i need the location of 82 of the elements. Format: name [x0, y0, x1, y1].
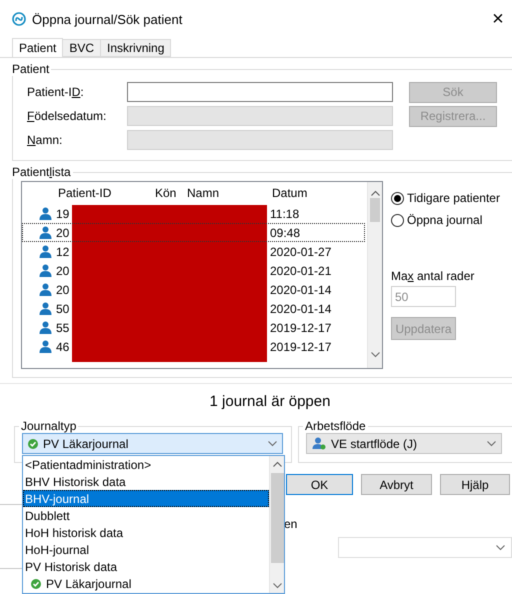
table-cell: 2020-01-27	[270, 244, 332, 258]
check-icon	[28, 438, 38, 448]
chevron-down-icon	[487, 440, 496, 446]
chevron-down-icon	[496, 544, 505, 550]
scroll-up-icon[interactable]	[370, 190, 380, 196]
column-header[interactable]: Kön	[155, 186, 187, 200]
table-cell: 11:18	[270, 206, 300, 220]
dropdown-item[interactable]: HoH historisk data	[23, 524, 269, 541]
radio-option[interactable]: Öppna journal	[391, 209, 500, 231]
table-cell: 2019-12-17	[270, 320, 332, 334]
person-icon	[39, 226, 52, 239]
scrollbar[interactable]	[367, 182, 382, 368]
dropdown-item[interactable]: Dubblett	[23, 507, 269, 524]
scroll-down-icon	[272, 583, 282, 589]
table-cell-text: 55	[55, 320, 70, 334]
table-cell-text: 19	[55, 206, 70, 220]
person-icon	[39, 207, 52, 220]
column-header[interactable]: Datum	[272, 186, 365, 200]
scroll-up-icon[interactable]	[272, 461, 282, 467]
person-icon	[39, 340, 52, 353]
table-cell: 2020-01-14	[270, 302, 332, 316]
list-row[interactable]: 12 2020-01-27	[22, 242, 365, 261]
window-title: Öppna journal/Sök patient	[32, 12, 184, 26]
dropdown-item[interactable]: BHV-journal	[23, 490, 269, 507]
dropdown[interactable]	[338, 537, 512, 558]
dialog-button[interactable]: OK	[286, 474, 353, 495]
group-label: Patientlista	[11, 165, 72, 179]
app-logo-icon	[12, 12, 26, 26]
list-row[interactable]: 19 11:18	[22, 204, 365, 223]
workflow-dropdown[interactable]: VE startflöde (J)	[306, 433, 502, 454]
journal-type-dropdown[interactable]: PV Läkarjournal	[22, 433, 283, 454]
scroll-thumb[interactable]	[270, 473, 284, 563]
scroll-down-icon	[370, 352, 380, 358]
group-label: Patient	[11, 62, 50, 76]
field-label: en	[283, 517, 298, 531]
dropdown-item[interactable]: BHV Historisk data	[23, 473, 269, 490]
table-cell-text: 20	[55, 226, 70, 240]
person-icon	[39, 321, 52, 334]
field-label: Patient-ID:	[27, 85, 85, 99]
person-icon	[39, 245, 52, 258]
dialog-button[interactable]: Hjälp	[440, 474, 510, 495]
dropdown-item[interactable]: <Patientadministration>	[23, 456, 269, 473]
table-cell-text: 46	[55, 340, 70, 354]
table-cell-text: 20	[55, 264, 70, 278]
dropdown-item[interactable]: HoH-journal	[23, 541, 269, 558]
scrollbar[interactable]	[269, 456, 284, 593]
person-icon	[39, 264, 52, 277]
table-cell: 09:48	[270, 226, 300, 240]
group-label: Arbetsflöde	[304, 419, 367, 433]
workflow-user-icon	[312, 437, 326, 450]
table-cell-text: 12	[55, 244, 70, 258]
close-button[interactable]: ×	[490, 8, 506, 30]
radio-option[interactable]: Tidigare patienter	[391, 187, 500, 209]
group-label: Journaltyp	[20, 419, 78, 433]
scroll-thumb[interactable]	[370, 198, 380, 222]
table-cell: 2019-12-17	[270, 340, 332, 354]
field-label: Födelsedatum:	[27, 109, 108, 123]
table-cell-text: 20	[55, 282, 70, 296]
list-row[interactable]: 20 2020-01-14	[22, 280, 365, 299]
list-row[interactable]: 50 2020-01-14	[22, 299, 365, 318]
table-cell: 2020-01-14	[270, 282, 332, 296]
dropdown-item[interactable]: PV Läkarjournal	[23, 575, 269, 592]
list-row[interactable]: 46 2019-12-17	[22, 337, 365, 356]
table-cell: 2020-01-21	[270, 264, 332, 278]
list-row[interactable]: 20 2020-01-21	[22, 261, 365, 280]
dialog-button[interactable]: Avbryt	[361, 474, 432, 495]
tab[interactable]: Patient	[12, 38, 64, 57]
input-field[interactable]	[127, 82, 393, 102]
field-label: Max antal rader	[391, 269, 476, 283]
tab[interactable]: BVC	[62, 39, 102, 57]
status-text: 1 journal är öppen	[0, 383, 512, 419]
list-row[interactable]: 55 2019-12-17	[22, 318, 365, 337]
check-icon	[31, 578, 41, 588]
chevron-down-icon	[268, 440, 277, 446]
column-header[interactable]: Namn	[187, 186, 272, 200]
tab[interactable]: Inskrivning	[100, 39, 172, 57]
field-label: Namn:	[27, 133, 64, 147]
column-header[interactable]: Patient-ID	[58, 186, 155, 200]
person-icon	[39, 283, 52, 296]
dropdown-item[interactable]: PV Historisk data	[23, 558, 269, 575]
person-icon	[39, 302, 52, 315]
table-cell-text: 50	[55, 302, 70, 316]
